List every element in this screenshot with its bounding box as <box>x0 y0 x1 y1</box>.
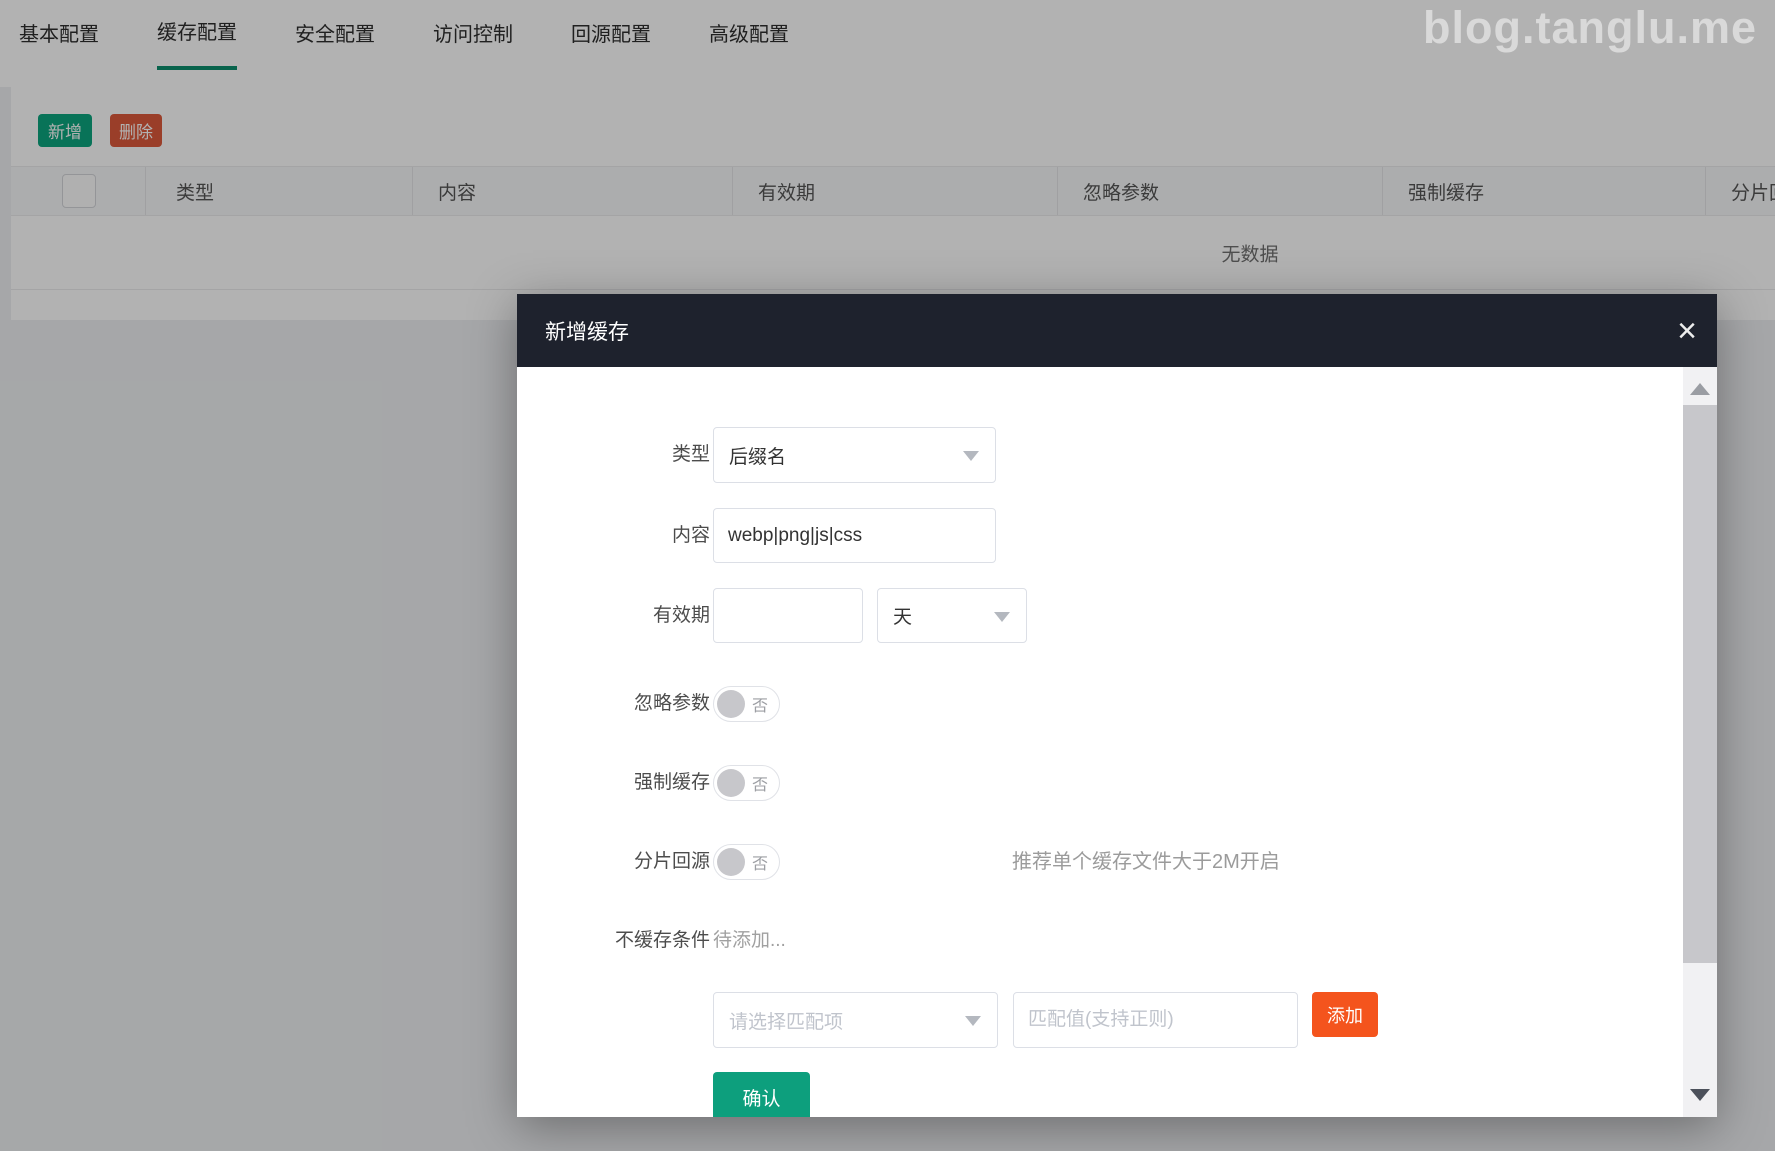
content-label: 内容 <box>517 508 710 563</box>
range-origin-hint: 推荐单个缓存文件大于2M开启 <box>1012 844 1280 880</box>
range-origin-toggle[interactable]: 否 <box>713 844 780 880</box>
content-input[interactable] <box>713 508 996 563</box>
close-icon[interactable]: × <box>1677 314 1697 348</box>
modal-scrollbar <box>1683 367 1717 1117</box>
scrollbar-thumb[interactable] <box>1683 405 1717 963</box>
range-origin-label: 分片回源 <box>517 844 710 880</box>
modal-title: 新增缓存 <box>545 316 629 346</box>
chevron-down-icon <box>963 451 979 461</box>
expire-unit-value: 天 <box>893 602 912 629</box>
modal-body: 类型 后缀名 内容 有效期 天 忽略参数 否 强制缓存 否 <box>517 367 1717 1117</box>
no-cache-pending-text: 待添加... <box>713 928 786 954</box>
force-cache-label: 强制缓存 <box>517 765 710 801</box>
chevron-down-icon <box>994 612 1010 622</box>
chevron-down-icon <box>965 1016 981 1026</box>
type-select-value: 后缀名 <box>729 442 786 469</box>
add-condition-button[interactable]: 添加 <box>1312 992 1378 1037</box>
toggle-state-text: 否 <box>752 692 768 716</box>
match-item-placeholder: 请选择匹配项 <box>729 1007 843 1034</box>
match-value-input[interactable] <box>1013 992 1298 1048</box>
no-cache-condition-label: 不缓存条件 <box>517 928 710 954</box>
toggle-state-text: 否 <box>752 771 768 795</box>
type-select[interactable]: 后缀名 <box>713 427 996 483</box>
confirm-button[interactable]: 确认 <box>713 1072 810 1117</box>
screen: 基本配置 缓存配置 安全配置 访问控制 回源配置 高级配置 新增 删除 类型 内… <box>0 0 1775 1151</box>
toggle-state-text: 否 <box>752 850 768 874</box>
type-label: 类型 <box>517 427 710 483</box>
expire-label: 有效期 <box>517 588 710 643</box>
modal-header: 新增缓存 × <box>517 294 1717 367</box>
expire-value-input[interactable] <box>713 588 863 643</box>
toggle-knob <box>717 848 745 876</box>
add-cache-modal: 新增缓存 × 类型 后缀名 内容 有效期 天 忽略参数 否 强制缓存 <box>517 294 1717 1117</box>
expire-unit-select[interactable]: 天 <box>877 588 1027 643</box>
scrollbar-down-icon[interactable] <box>1690 1089 1710 1101</box>
watermark-text: blog.tanglu.me <box>1423 2 1757 54</box>
toggle-knob <box>717 769 745 797</box>
ignore-params-label: 忽略参数 <box>517 686 710 722</box>
scrollbar-up-icon[interactable] <box>1690 383 1710 395</box>
force-cache-toggle[interactable]: 否 <box>713 765 780 801</box>
match-item-select[interactable]: 请选择匹配项 <box>713 992 998 1048</box>
toggle-knob <box>717 690 745 718</box>
ignore-params-toggle[interactable]: 否 <box>713 686 780 722</box>
